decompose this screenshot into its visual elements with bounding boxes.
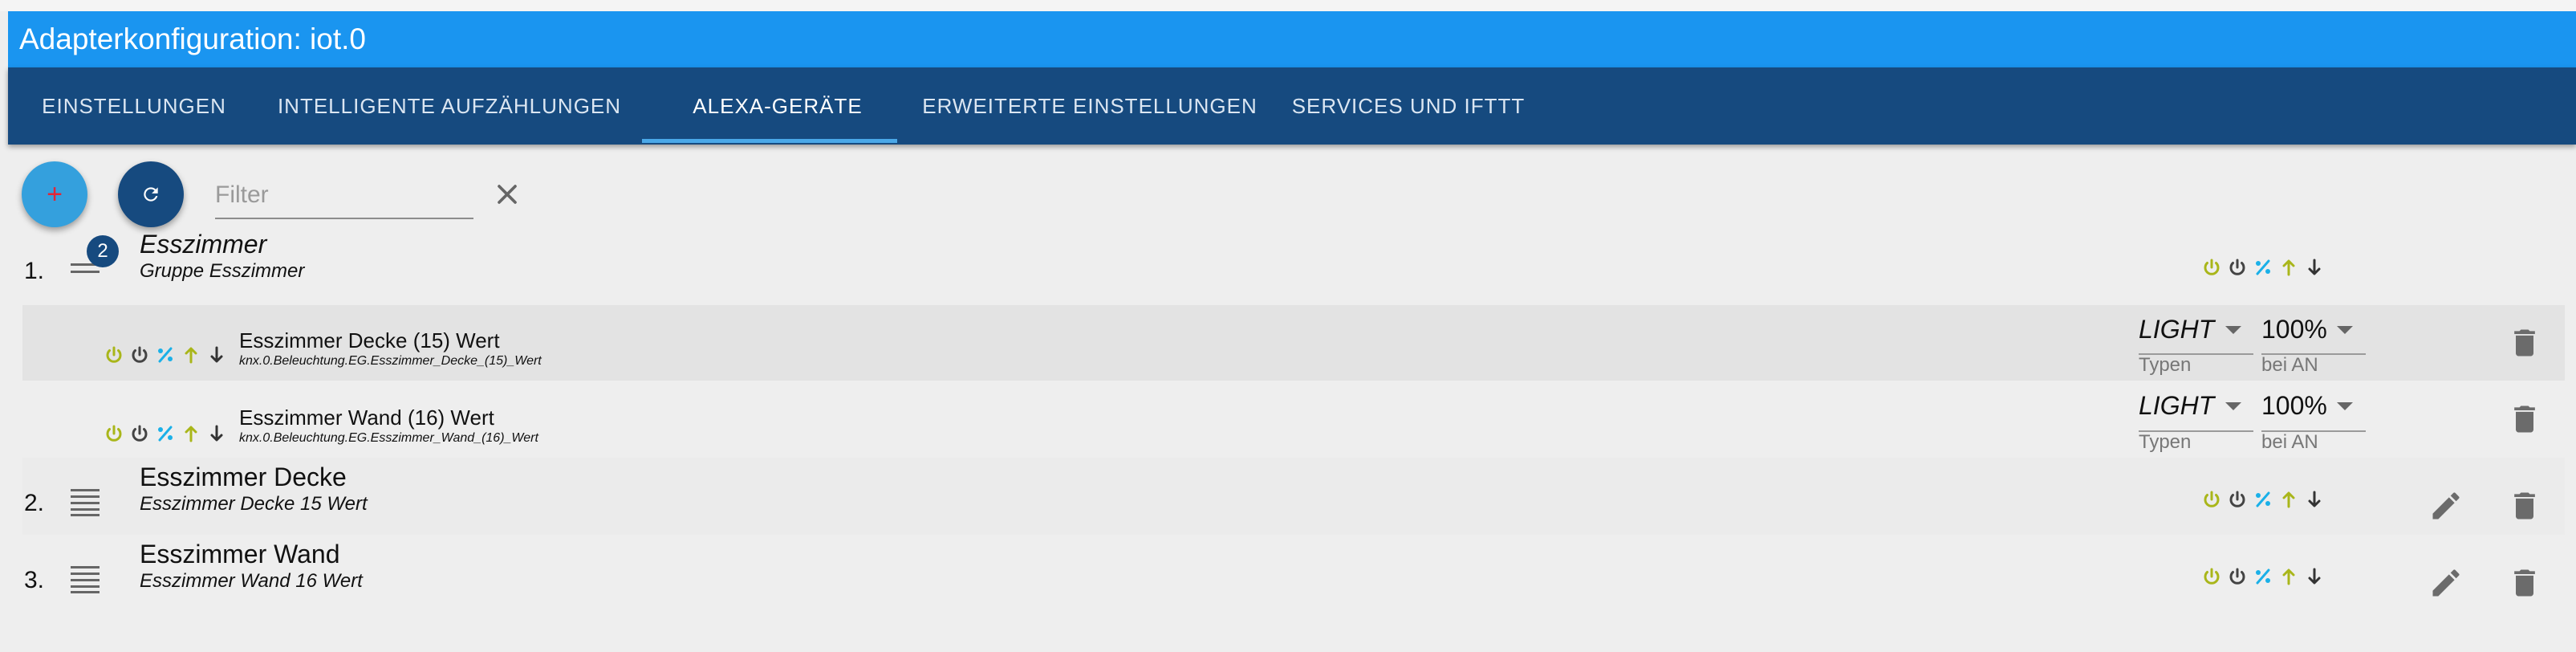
arrow-up-icon bbox=[2279, 566, 2298, 587]
app-title: Adapterkonfiguration: iot.0 bbox=[19, 22, 366, 55]
on-level-select-value[interactable]: 100% bbox=[2261, 391, 2327, 421]
device-state-icons bbox=[2202, 489, 2324, 510]
drag-handle-icon[interactable] bbox=[71, 487, 100, 516]
percent-icon bbox=[2253, 257, 2273, 278]
power-off-icon bbox=[2228, 257, 2247, 278]
filter-input[interactable] bbox=[215, 173, 473, 219]
arrow-down-icon bbox=[207, 423, 226, 444]
active-tab-indicator bbox=[642, 139, 897, 143]
trash-icon[interactable] bbox=[2507, 401, 2542, 437]
percent-icon bbox=[156, 344, 175, 365]
device-number: 1. bbox=[24, 258, 45, 284]
child-name: Esszimmer Decke (15) Wert bbox=[239, 328, 500, 352]
add-device-button[interactable]: + bbox=[22, 161, 87, 227]
chevron-down-icon[interactable] bbox=[2225, 326, 2241, 334]
on-level-select-label: bei AN bbox=[2261, 431, 2318, 453]
type-select-value[interactable]: LIGHT bbox=[2139, 391, 2214, 421]
tab-alexa-geraete[interactable]: ALEXA-GERÄTE bbox=[650, 67, 905, 145]
power-on-icon bbox=[2202, 566, 2221, 587]
device-row bbox=[22, 458, 2565, 535]
trash-icon[interactable] bbox=[2507, 488, 2542, 524]
pencil-icon[interactable] bbox=[2428, 488, 2464, 524]
power-on-icon bbox=[2202, 489, 2221, 510]
arrow-up-icon bbox=[2279, 257, 2298, 278]
arrow-up-icon bbox=[2279, 489, 2298, 510]
power-off-icon bbox=[130, 344, 149, 365]
arrow-down-icon bbox=[2305, 566, 2324, 587]
power-on-icon bbox=[104, 423, 124, 444]
device-name: Esszimmer bbox=[140, 230, 267, 259]
chevron-down-icon[interactable] bbox=[2337, 402, 2353, 410]
device-subtitle: Esszimmer Decke 15 Wert bbox=[140, 493, 368, 515]
window-top-edge bbox=[0, 0, 2576, 11]
power-on-icon bbox=[2202, 257, 2221, 278]
arrow-down-icon bbox=[2305, 257, 2324, 278]
device-subtitle: Esszimmer Wand 16 Wert bbox=[140, 570, 363, 592]
refresh-icon bbox=[144, 187, 158, 202]
power-off-icon bbox=[2228, 566, 2247, 587]
type-select-label: Typen bbox=[2139, 354, 2192, 376]
arrow-up-icon bbox=[181, 423, 201, 444]
tab-intelligente-aufzaehlungen[interactable]: INTELLIGENTE AUFZÄHLUNGEN bbox=[273, 67, 626, 145]
power-off-icon bbox=[2228, 489, 2247, 510]
trash-icon[interactable] bbox=[2507, 565, 2542, 601]
chevron-down-icon[interactable] bbox=[2337, 326, 2353, 334]
plus-icon: + bbox=[47, 178, 63, 210]
tab-einstellungen[interactable]: EINSTELLUNGEN bbox=[42, 67, 226, 145]
type-select-value[interactable]: LIGHT bbox=[2139, 315, 2214, 344]
device-state-icons bbox=[2202, 566, 2324, 587]
tab-services-und-ifttt[interactable]: SERVICES UND IFTTT bbox=[1284, 67, 1533, 145]
tab-erweiterte-einstellungen[interactable]: ERWEITERTE EINSTELLUNGEN bbox=[913, 67, 1266, 145]
chevron-down-icon[interactable] bbox=[2225, 402, 2241, 410]
close-icon[interactable] bbox=[491, 178, 523, 210]
child-state-icons bbox=[104, 423, 226, 444]
power-on-icon bbox=[104, 344, 124, 365]
child-state-icons bbox=[104, 344, 226, 365]
child-path: knx.0.Beleuchtung.EG.Esszimmer_Decke_(15… bbox=[239, 354, 542, 368]
on-level-select-value[interactable]: 100% bbox=[2261, 315, 2327, 344]
percent-icon bbox=[2253, 489, 2273, 510]
device-state-icons bbox=[2202, 257, 2324, 278]
on-level-select-label: bei AN bbox=[2261, 354, 2318, 376]
pencil-icon[interactable] bbox=[2428, 565, 2464, 601]
drag-handle-icon[interactable] bbox=[71, 564, 100, 593]
device-number: 2. bbox=[24, 490, 45, 516]
device-subtitle: Gruppe Esszimmer bbox=[140, 260, 305, 282]
device-name: Esszimmer Wand bbox=[140, 540, 340, 568]
device-name: Esszimmer Decke bbox=[140, 463, 347, 491]
arrow-down-icon bbox=[207, 344, 226, 365]
arrow-down-icon bbox=[2305, 489, 2324, 510]
device-number: 3. bbox=[24, 567, 45, 593]
child-path: knx.0.Beleuchtung.EG.Esszimmer_Wand_(16)… bbox=[239, 431, 538, 445]
app-title-bar: Adapterkonfiguration: iot.0 bbox=[8, 11, 2576, 67]
trash-icon[interactable] bbox=[2507, 325, 2542, 361]
arrow-up-icon bbox=[181, 344, 201, 365]
percent-icon bbox=[156, 423, 175, 444]
child-name: Esszimmer Wand (16) Wert bbox=[239, 405, 494, 430]
percent-icon bbox=[2253, 566, 2273, 587]
power-off-icon bbox=[130, 423, 149, 444]
refresh-button[interactable] bbox=[118, 161, 184, 227]
children-count-badge: 2 bbox=[87, 235, 119, 267]
type-select-label: Typen bbox=[2139, 431, 2192, 453]
tab-bar: EINSTELLUNGEN INTELLIGENTE AUFZÄHLUNGEN … bbox=[8, 67, 2576, 145]
